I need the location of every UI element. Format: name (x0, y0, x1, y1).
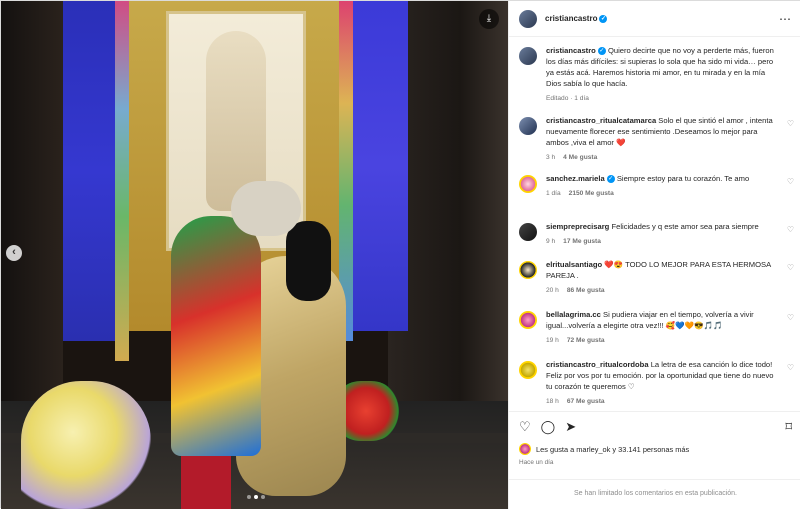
download-icon[interactable]: ⤓ (479, 9, 499, 29)
comment-username[interactable]: siempreprecisarg (546, 222, 609, 231)
like-comment-heart-icon[interactable]: ♡ (787, 225, 794, 234)
commenter-avatar[interactable] (519, 223, 537, 241)
carousel-dot (261, 495, 265, 499)
comment-username[interactable]: sanchez.mariela (546, 174, 605, 183)
commenter-avatar[interactable] (519, 117, 537, 135)
comment-text: Felicidades y q este amor sea para siemp… (611, 222, 759, 231)
comment-time: 18 h (546, 398, 559, 405)
comment-item: bellalagrima.cc Si pudiera viajar en el … (519, 309, 794, 346)
liker-avatar (519, 443, 531, 455)
caption-meta: Editado · 1 día (546, 95, 589, 102)
caption-username[interactable]: cristiancastro (546, 46, 596, 55)
author-username[interactable]: cristiancastro ✓ (545, 14, 608, 23)
comment-icon[interactable]: ◯ (541, 419, 556, 435)
commenter-avatar[interactable] (519, 261, 537, 279)
comment-likes[interactable]: 17 Me gusta (563, 238, 601, 245)
comment-time: 3 h (546, 154, 556, 161)
comment-item: siempreprecisarg Felicidades y q este am… (519, 221, 794, 247)
likes-text[interactable]: Les gusta a marley_ok y 33.141 personas … (536, 445, 689, 454)
more-options-icon[interactable]: ⋯ (779, 12, 792, 26)
comment-item: sanchez.mariela ✓ Siempre estoy para tu c… (519, 173, 794, 199)
post-sidebar: cristiancastro ✓ ⋯ cristiancastro ✓ Quiero… (508, 1, 800, 509)
photo-person-hair (286, 221, 331, 301)
like-comment-heart-icon[interactable]: ♡ (787, 363, 794, 372)
photo-altar-panel-right (353, 1, 408, 331)
comment-time: 19 h (546, 337, 559, 344)
comment-item: cristiancastro_ritualcatamarca Solo el q… (519, 115, 794, 163)
share-icon[interactable]: ➤ (565, 419, 576, 435)
caption: cristiancastro ✓ Quiero decirte que no vo… (519, 45, 794, 104)
carousel-dots (247, 495, 265, 499)
author-avatar[interactable] (519, 9, 537, 28)
comment-time: 1 día (546, 190, 561, 197)
comment-likes[interactable]: 72 Me gusta (567, 337, 605, 344)
verified-icon: ✓ (606, 175, 615, 183)
commenter-avatar[interactable] (519, 361, 537, 379)
verified-icon: ✓ (599, 14, 608, 23)
comments-limited-notice: Se han limitado los comentarios en esta … (509, 479, 800, 509)
like-comment-heart-icon[interactable]: ♡ (787, 263, 794, 272)
like-heart-icon[interactable]: ♡ (519, 419, 531, 435)
comment-username[interactable]: cristiancastro_ritualcordoba (546, 360, 649, 369)
photo-person-head (231, 181, 301, 236)
commenter-avatar[interactable] (519, 175, 537, 193)
like-comment-heart-icon[interactable]: ♡ (787, 177, 794, 186)
comment-text: Siempre estoy para tu corazón. Te amo (616, 174, 750, 183)
like-comment-heart-icon[interactable]: ♡ (787, 119, 794, 128)
action-bar: ♡ ◯ ➤ ⌑ (509, 411, 800, 441)
photo-altar-panel-left (63, 1, 115, 341)
photo-person-shirt (171, 216, 261, 456)
comment-time: 9 h (546, 238, 556, 245)
comment-likes[interactable]: 4 Me gusta (563, 154, 597, 161)
previous-slide-button[interactable]: ‹ (6, 245, 22, 261)
commenter-avatar[interactable] (519, 311, 537, 329)
comment-time: 20 h (546, 287, 559, 294)
comment-likes[interactable]: 2150 Me gusta (569, 190, 614, 197)
photo-lights-left (115, 1, 129, 361)
post-timestamp: Hace un día (519, 459, 554, 466)
like-comment-heart-icon[interactable]: ♡ (787, 313, 794, 322)
verified-icon: ✓ (597, 47, 606, 55)
comment-likes[interactable]: 86 Me gusta (567, 287, 605, 294)
comment-likes[interactable]: 67 Me gusta (567, 398, 605, 405)
comment-item: cristiancastro_ritualcordoba La letra de… (519, 359, 794, 407)
author-avatar[interactable] (519, 47, 537, 65)
likes-summary[interactable]: Les gusta a marley_ok y 33.141 personas … (519, 443, 689, 455)
photo-flowers-left (21, 381, 151, 509)
comment-username[interactable]: bellalagrima.cc (546, 310, 601, 319)
post-modal: ⤓ ‹ cristiancastro ✓ ⋯ cristiancastro ✓ Qu… (0, 0, 800, 509)
comments-list[interactable]: cristiancastro ✓ Quiero decirte que no vo… (509, 37, 800, 409)
comment-username[interactable]: cristiancastro_ritualcatamarca (546, 116, 656, 125)
comment-item: elritualsantiago ❤️😍 TODO LO MEJOR PARA … (519, 259, 794, 296)
post-header: cristiancastro ✓ ⋯ (509, 1, 800, 37)
comment-username[interactable]: elritualsantiago (546, 260, 602, 269)
post-photo[interactable]: ⤓ ‹ (1, 1, 508, 509)
carousel-dot (247, 495, 251, 499)
bookmark-icon[interactable]: ⌑ (785, 419, 792, 435)
carousel-dot-active (254, 495, 258, 499)
